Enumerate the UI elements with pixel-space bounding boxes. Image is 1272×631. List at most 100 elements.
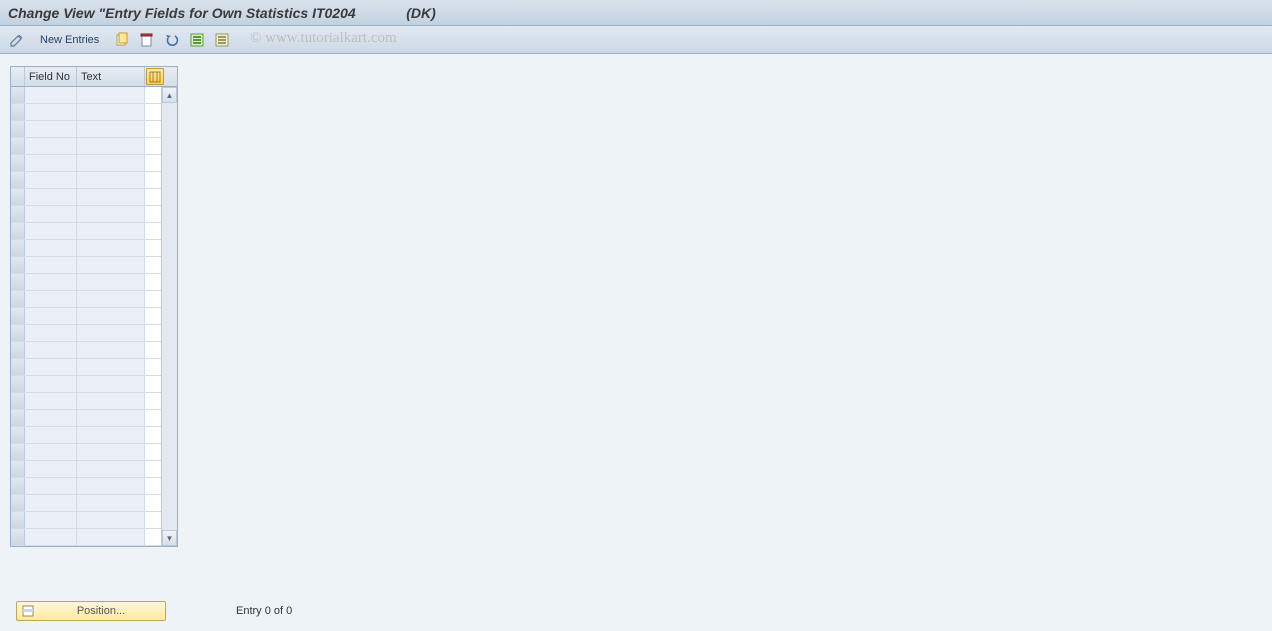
cell-fieldno[interactable] [25,240,77,256]
cell-text[interactable] [77,495,145,511]
cell-fieldno[interactable] [25,172,77,188]
scroll-up-icon[interactable]: ▲ [162,87,177,103]
cell-fieldno[interactable] [25,206,77,222]
cell-fieldno[interactable] [25,274,77,290]
cell-text[interactable] [77,376,145,392]
row-selector[interactable] [11,461,25,477]
delete-icon[interactable] [136,29,158,51]
cell-fieldno[interactable] [25,155,77,171]
row-selector[interactable] [11,223,25,239]
deselect-all-icon[interactable] [211,29,233,51]
cell-fieldno[interactable] [25,376,77,392]
cell-text[interactable] [77,308,145,324]
table-settings-icon[interactable] [146,68,164,85]
cell-text[interactable] [77,325,145,341]
cell-fieldno[interactable] [25,223,77,239]
row-selector[interactable] [11,376,25,392]
row-selector[interactable] [11,291,25,307]
cell-fieldno[interactable] [25,495,77,511]
cell-text[interactable] [77,155,145,171]
row-selector[interactable] [11,342,25,358]
row-selector[interactable] [11,410,25,426]
table-row [11,104,177,121]
cell-fieldno[interactable] [25,529,77,545]
row-selector[interactable] [11,172,25,188]
cell-text[interactable] [77,291,145,307]
cell-text[interactable] [77,342,145,358]
row-selector[interactable] [11,206,25,222]
cell-text[interactable] [77,240,145,256]
row-selector[interactable] [11,155,25,171]
row-selector[interactable] [11,478,25,494]
row-selector[interactable] [11,359,25,375]
cell-fieldno[interactable] [25,104,77,120]
row-selector[interactable] [11,308,25,324]
row-selector[interactable] [11,427,25,443]
select-all-rows[interactable] [11,67,25,86]
cell-fieldno[interactable] [25,291,77,307]
cell-text[interactable] [77,478,145,494]
cell-text[interactable] [77,444,145,460]
row-selector[interactable] [11,257,25,273]
cell-text[interactable] [77,359,145,375]
cell-fieldno[interactable] [25,121,77,137]
row-selector[interactable] [11,240,25,256]
cell-fieldno[interactable] [25,87,77,103]
cell-text[interactable] [77,138,145,154]
cell-text[interactable] [77,223,145,239]
new-entries-button[interactable]: New Entries [31,30,108,50]
cell-fieldno[interactable] [25,359,77,375]
cell-fieldno[interactable] [25,512,77,528]
row-selector[interactable] [11,444,25,460]
cell-fieldno[interactable] [25,478,77,494]
cell-fieldno[interactable] [25,342,77,358]
cell-fieldno[interactable] [25,308,77,324]
cell-fieldno[interactable] [25,257,77,273]
cell-text[interactable] [77,206,145,222]
row-selector[interactable] [11,393,25,409]
cell-fieldno[interactable] [25,444,77,460]
cell-text[interactable] [77,189,145,205]
vertical-scrollbar[interactable]: ▲ ▼ [161,87,177,546]
column-header-fieldno[interactable]: Field No [25,67,77,86]
table-row [11,121,177,138]
copy-icon[interactable] [111,29,133,51]
cell-fieldno[interactable] [25,138,77,154]
row-selector[interactable] [11,87,25,103]
cell-text[interactable] [77,393,145,409]
row-selector[interactable] [11,325,25,341]
row-selector[interactable] [11,512,25,528]
row-selector[interactable] [11,189,25,205]
table-row [11,172,177,189]
cell-text[interactable] [77,87,145,103]
row-selector[interactable] [11,138,25,154]
cell-fieldno[interactable] [25,461,77,477]
cell-fieldno[interactable] [25,189,77,205]
cell-fieldno[interactable] [25,410,77,426]
undo-icon[interactable] [161,29,183,51]
row-selector[interactable] [11,529,25,545]
toggle-change-icon[interactable] [6,29,28,51]
position-button[interactable]: Position... [16,601,166,621]
cell-text[interactable] [77,104,145,120]
cell-text[interactable] [77,172,145,188]
cell-text[interactable] [77,529,145,545]
row-selector[interactable] [11,121,25,137]
row-selector[interactable] [11,274,25,290]
cell-fieldno[interactable] [25,325,77,341]
cell-fieldno[interactable] [25,427,77,443]
cell-text[interactable] [77,257,145,273]
row-selector[interactable] [11,104,25,120]
cell-fieldno[interactable] [25,393,77,409]
cell-text[interactable] [77,121,145,137]
cell-text[interactable] [77,461,145,477]
select-all-icon[interactable] [186,29,208,51]
cell-text[interactable] [77,410,145,426]
page-title: Change View "Entry Fields for Own Statis… [8,5,436,21]
scroll-down-icon[interactable]: ▼ [162,530,177,546]
cell-text[interactable] [77,512,145,528]
cell-text[interactable] [77,274,145,290]
cell-text[interactable] [77,427,145,443]
row-selector[interactable] [11,495,25,511]
column-header-text[interactable]: Text [77,67,145,86]
